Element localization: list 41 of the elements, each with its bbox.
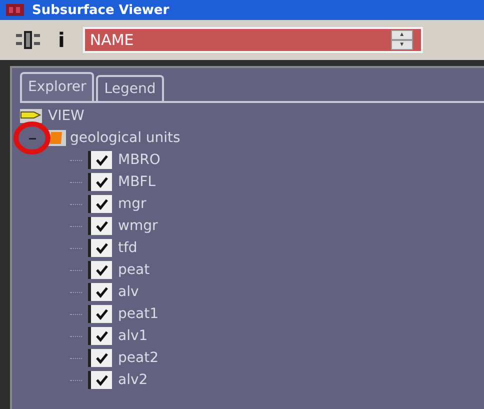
tree-item[interactable]: geological units [70,130,180,146]
checkbox[interactable] [88,239,112,257]
check-icon [94,198,108,210]
tree-item[interactable]: tfd [118,240,138,256]
check-icon [94,176,108,188]
tree-item[interactable]: alv [118,284,139,300]
check-icon [94,220,108,232]
check-icon [94,330,108,342]
check-icon [94,374,108,386]
tree-item[interactable]: wmgr [118,218,158,234]
check-icon [94,308,108,320]
tree-item[interactable]: VIEW [48,108,84,124]
checkbox[interactable] [88,327,112,345]
tab[interactable]: Explorer [20,72,94,101]
checkbox[interactable] [88,151,112,169]
checkbox[interactable] [88,371,112,389]
check-icon [94,352,108,364]
checkbox[interactable] [88,305,112,323]
tree-item[interactable]: alv1 [118,328,148,344]
columns-icon[interactable] [16,31,40,49]
app-icon [6,4,24,16]
tree-item[interactable]: peat1 [118,306,158,322]
checkbox[interactable] [88,283,112,301]
tree-item[interactable]: MBRO [118,152,160,168]
window-title: Subsurface Viewer [32,2,170,18]
tree-item[interactable]: alv2 [118,372,148,388]
checkbox[interactable] [88,173,112,191]
tree-item[interactable]: peat [118,262,150,278]
checkbox[interactable] [88,349,112,367]
check-icon [94,286,108,298]
check-icon [94,264,108,276]
check-icon [94,242,108,254]
check-icon [94,154,108,166]
tree-item[interactable]: mgr [118,196,146,212]
checkbox[interactable] [88,217,112,235]
checkbox[interactable] [88,195,112,213]
checkbox[interactable] [88,261,112,279]
tree-item[interactable]: peat2 [118,350,158,366]
tree-item[interactable]: MBFL [118,174,156,190]
info-button[interactable]: i [54,28,69,52]
tab[interactable]: Legend [96,75,164,101]
